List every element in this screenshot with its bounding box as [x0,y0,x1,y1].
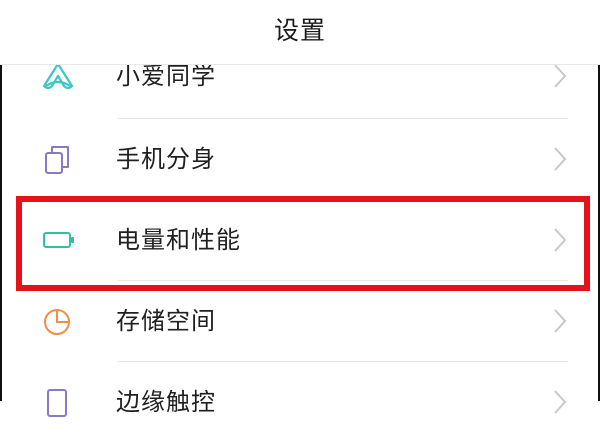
chevron-right-icon [552,388,568,416]
settings-item-edge-touch[interactable]: 边缘触控 [0,362,600,443]
settings-item-label: 手机分身 [116,145,216,173]
page-header: 设置 [0,0,600,65]
settings-item-phone-clone[interactable]: 手机分身 [0,119,600,200]
storage-pie-icon [40,305,76,337]
settings-item-label: 边缘触控 [116,388,216,416]
xiaoai-icon [40,62,76,94]
page-title: 设置 [273,16,326,45]
battery-icon [40,224,76,256]
settings-list: 小爱同学 手机分身 电量和性能 存储空间 边缘触控 [0,38,600,443]
settings-item-storage[interactable]: 存储空间 [0,281,600,362]
chevron-right-icon [552,62,568,90]
chevron-right-icon [552,307,568,335]
settings-item-label: 存储空间 [116,307,216,335]
phone-clone-icon [40,143,76,175]
edge-touch-icon [40,386,76,418]
settings-item-battery-performance[interactable]: 电量和性能 [0,200,600,281]
chevron-right-icon [552,226,568,254]
settings-item-label: 电量和性能 [116,226,241,254]
chevron-right-icon [552,145,568,173]
